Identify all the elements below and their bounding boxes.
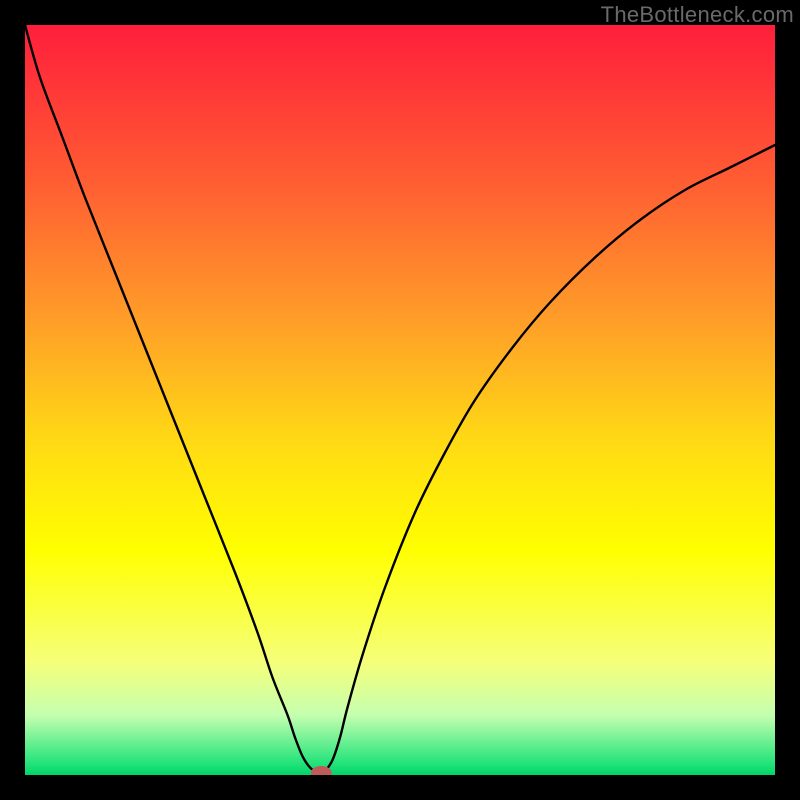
gradient-background: [25, 25, 775, 775]
watermark-text: TheBottleneck.com: [601, 2, 794, 28]
chart-frame: TheBottleneck.com: [0, 0, 800, 800]
chart-svg: [25, 25, 775, 775]
plot-area: [25, 25, 775, 775]
